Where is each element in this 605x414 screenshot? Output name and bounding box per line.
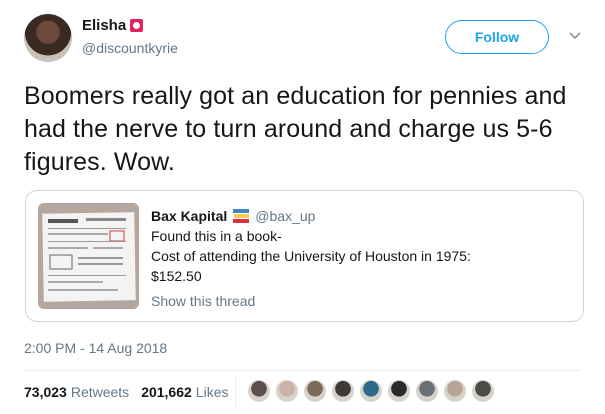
liker-avatar[interactable] [274, 378, 300, 404]
quoted-tweet-card[interactable]: Bax Kapital @bax_up Found this in a book… [25, 190, 584, 322]
liker-avatar[interactable] [470, 378, 496, 404]
divider [24, 370, 581, 371]
liker-avatar[interactable] [330, 378, 356, 404]
stats-separator [235, 378, 236, 408]
quoted-text-line: $152.50 [151, 268, 202, 284]
quoted-text-line: Cost of attending the University of Hous… [151, 248, 471, 264]
quoted-tweet-header: Bax Kapital @bax_up [151, 206, 571, 226]
chevron-down-icon[interactable] [568, 28, 582, 42]
quoted-author-handle: @bax_up [255, 208, 316, 224]
like-count[interactable]: 201,662 [141, 384, 192, 400]
quoted-author-name: Bax Kapital [151, 208, 228, 224]
quoted-tweet-body: Bax Kapital @bax_up Found this in a book… [151, 206, 571, 311]
liker-avatar[interactable] [386, 378, 412, 404]
liker-avatar[interactable] [414, 378, 440, 404]
liker-avatars [246, 378, 498, 404]
follow-button[interactable]: Follow [445, 20, 549, 54]
author-name[interactable]: Elisha [82, 17, 126, 34]
quoted-tweet-image[interactable] [38, 203, 139, 309]
quoted-text-line: Found this in a book- [151, 228, 282, 244]
retweet-count[interactable]: 73,023 [24, 384, 67, 400]
document-photo-icon [38, 203, 139, 309]
books-emoji-icon [233, 209, 250, 223]
author-name-row[interactable]: Elisha [82, 17, 144, 34]
liker-avatar[interactable] [302, 378, 328, 404]
show-thread-link[interactable]: Show this thread [151, 291, 571, 311]
liker-avatar[interactable] [442, 378, 468, 404]
author-handle[interactable]: @discountkyrie [82, 40, 178, 56]
liker-avatar[interactable] [358, 378, 384, 404]
author-avatar[interactable] [24, 14, 72, 62]
japan-flag-icon [130, 19, 144, 32]
tweet-stats: 73,023 Retweets 201,662 Likes [24, 384, 228, 400]
tweet-text: Boomers really got an education for penn… [24, 82, 567, 176]
tweet-timestamp[interactable]: 2:00 PM - 14 Aug 2018 [24, 340, 167, 356]
like-label[interactable]: Likes [196, 384, 229, 400]
liker-avatar[interactable] [246, 378, 272, 404]
retweet-label[interactable]: Retweets [71, 384, 129, 400]
